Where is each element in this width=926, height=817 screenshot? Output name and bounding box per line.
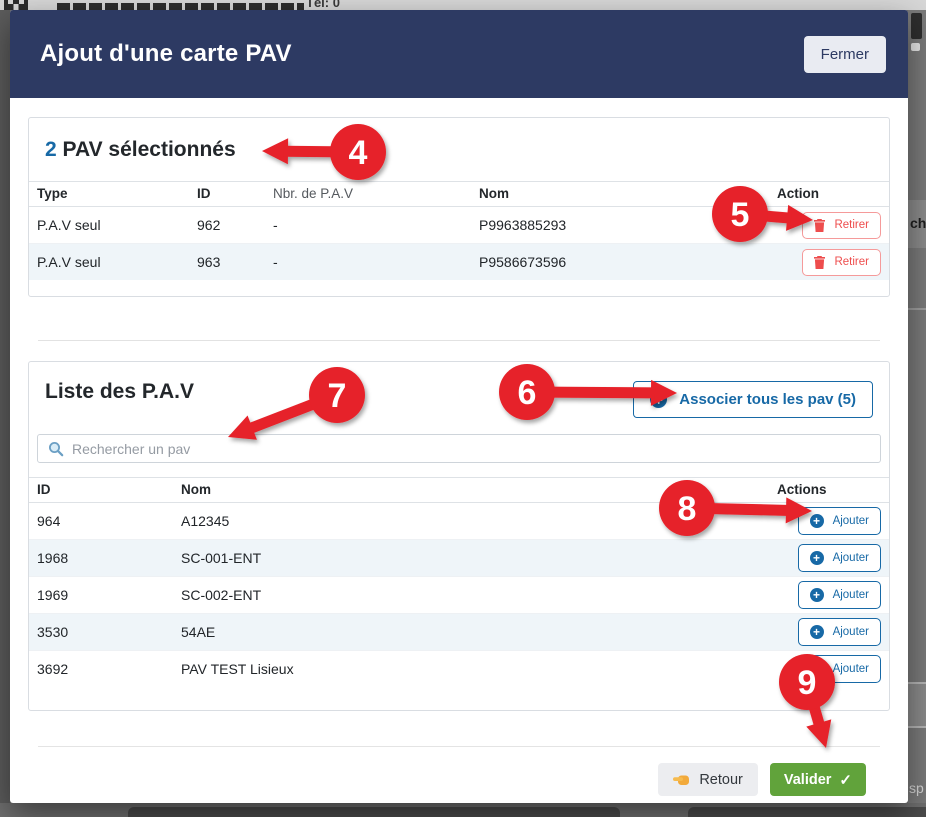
plus-icon: + xyxy=(810,625,824,639)
add-button[interactable]: + Ajouter xyxy=(798,655,881,683)
background-panel-fragment-2 xyxy=(688,807,926,817)
modal-title: Ajout d'une carte PAV xyxy=(40,40,292,68)
back-button[interactable]: Retour xyxy=(658,763,758,796)
col-action: Action xyxy=(769,182,889,207)
add-button-label: Ajouter xyxy=(833,552,869,564)
pav-list-title: Liste des P.A.V xyxy=(45,379,194,405)
col-nom: Nom xyxy=(173,478,769,503)
search-wrap xyxy=(37,434,881,463)
add-button-label: Ajouter xyxy=(833,589,869,601)
add-button-label: Ajouter xyxy=(833,515,869,527)
selected-pav-table: Type ID Nbr. de P.A.V Nom Action P.A.V s… xyxy=(29,181,889,280)
background-right-strip: ch sp xyxy=(908,10,926,817)
background-bottom-strip xyxy=(0,803,926,817)
plus-icon: + xyxy=(810,588,824,602)
background-dot-fragment xyxy=(911,43,920,51)
plus-icon: + xyxy=(650,391,667,408)
add-pav-card-modal: Ajout d'une carte PAV Fermer 2 PAV sélec… xyxy=(10,10,908,803)
cell-nom: SC-002-ENT xyxy=(173,577,769,614)
add-button[interactable]: + Ajouter xyxy=(798,618,881,646)
section-divider xyxy=(38,340,880,341)
background-tel-label: Tél: 0 xyxy=(306,0,340,10)
modal-footer: Retour Valider ✓ xyxy=(28,747,890,796)
plus-icon: + xyxy=(810,514,824,528)
modal-body: 2 PAV sélectionnés Type ID Nbr. de P.A.V… xyxy=(10,98,908,796)
check-icon: ✓ xyxy=(839,771,852,789)
cell-nom: PAV TEST Lisieux xyxy=(173,651,769,688)
home-icon xyxy=(1,0,31,10)
cell-nom: 54AE xyxy=(173,614,769,651)
validate-button[interactable]: Valider ✓ xyxy=(770,763,866,796)
add-button[interactable]: + Ajouter xyxy=(798,581,881,609)
selected-pav-title: 2 PAV sélectionnés xyxy=(29,118,889,181)
selected-pav-title-text: PAV sélectionnés xyxy=(57,138,236,161)
associate-all-label: Associer tous les pav (5) xyxy=(679,391,856,408)
validate-button-label: Valider xyxy=(784,772,832,788)
cell-id: 964 xyxy=(29,503,173,540)
selected-pav-row: P.A.V seul 962 - P9963885293 Retirer xyxy=(29,207,889,244)
background-panel-fragment xyxy=(128,807,620,817)
search-icon xyxy=(48,441,64,457)
background-divider-fragment xyxy=(908,308,926,310)
add-button-label: Ajouter xyxy=(833,663,869,675)
selected-pav-section: 2 PAV sélectionnés Type ID Nbr. de P.A.V… xyxy=(28,117,890,297)
cell-nbr: - xyxy=(265,207,471,244)
cell-id: 3530 xyxy=(29,614,173,651)
remove-button-label: Retirer xyxy=(834,256,869,268)
pav-list-section: Liste des P.A.V + Associer tous les pav (… xyxy=(28,361,890,711)
background-icon-fragment xyxy=(911,13,922,39)
background-text-fragment: ch xyxy=(910,215,926,231)
pav-list-row: 3692 PAV TEST Lisieux + Ajouter xyxy=(29,651,889,688)
cell-id: 1969 xyxy=(29,577,173,614)
plus-icon: + xyxy=(810,662,824,676)
back-button-label: Retour xyxy=(699,772,743,788)
search-input[interactable] xyxy=(37,434,881,463)
cell-type: P.A.V seul xyxy=(29,207,189,244)
col-actions: Actions xyxy=(769,478,889,503)
pav-list-header-row: ID Nom Actions xyxy=(29,478,889,503)
trash-icon xyxy=(814,256,825,269)
add-button[interactable]: + Ajouter xyxy=(798,544,881,572)
plus-icon: + xyxy=(810,551,824,565)
pav-list-row: 3530 54AE + Ajouter xyxy=(29,614,889,651)
cell-id: 1968 xyxy=(29,540,173,577)
pointing-left-hand-icon xyxy=(673,773,690,787)
cell-id: 3692 xyxy=(29,651,173,688)
cell-nom: SC-001-ENT xyxy=(173,540,769,577)
pav-list-row: 1968 SC-001-ENT + Ajouter xyxy=(29,540,889,577)
col-nbr: Nbr. de P.A.V xyxy=(265,182,471,207)
add-button[interactable]: + Ajouter xyxy=(798,507,881,535)
background-text-fragment-bottom: sp xyxy=(909,780,924,796)
associate-all-button[interactable]: + Associer tous les pav (5) xyxy=(633,381,873,418)
col-type: Type xyxy=(29,182,189,207)
pav-list-header: Liste des P.A.V + Associer tous les pav (… xyxy=(29,362,889,431)
cell-nbr: - xyxy=(265,244,471,281)
remove-button-label: Retirer xyxy=(834,219,869,231)
cell-nom: P9586673596 xyxy=(471,244,769,281)
background-heading-cutoff xyxy=(57,3,304,10)
background-left-strip xyxy=(0,10,10,817)
remove-button[interactable]: Retirer xyxy=(802,249,881,276)
col-id: ID xyxy=(29,478,173,503)
col-nom: Nom xyxy=(471,182,769,207)
col-id: ID xyxy=(189,182,265,207)
pav-list-table: ID Nom Actions 964 A12345 + Ajouter 1968 … xyxy=(29,477,889,687)
background-box-fragment xyxy=(908,682,926,728)
trash-icon xyxy=(814,219,825,232)
selected-pav-count: 2 xyxy=(45,138,57,161)
modal-header: Ajout d'une carte PAV Fermer xyxy=(10,10,908,98)
cell-nom: A12345 xyxy=(173,503,769,540)
cell-nom: P9963885293 xyxy=(471,207,769,244)
add-button-label: Ajouter xyxy=(833,626,869,638)
pav-list-row: 1969 SC-002-ENT + Ajouter xyxy=(29,577,889,614)
selected-pav-row: P.A.V seul 963 - P9586673596 Retirer xyxy=(29,244,889,281)
selected-pav-header-row: Type ID Nbr. de P.A.V Nom Action xyxy=(29,182,889,207)
cell-type: P.A.V seul xyxy=(29,244,189,281)
cell-id: 962 xyxy=(189,207,265,244)
close-button[interactable]: Fermer xyxy=(804,36,886,73)
cell-id: 963 xyxy=(189,244,265,281)
remove-button[interactable]: Retirer xyxy=(802,212,881,239)
pav-list-row: 964 A12345 + Ajouter xyxy=(29,503,889,540)
background-page-top: Tél: 0 xyxy=(0,0,926,10)
